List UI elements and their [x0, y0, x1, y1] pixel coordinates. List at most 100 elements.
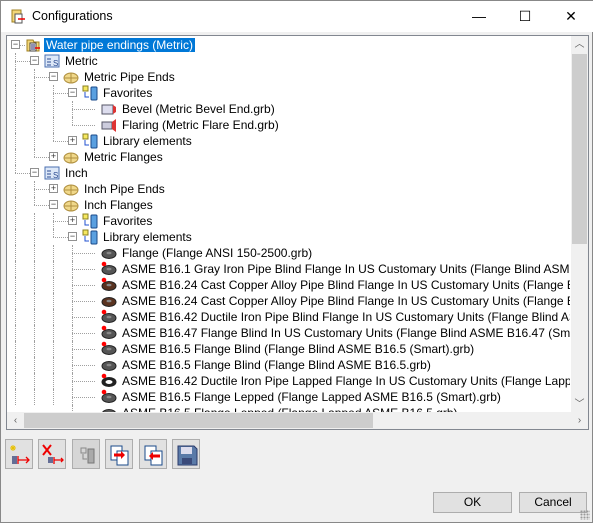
tree-item-label[interactable]: ASME B16.24 Cast Copper Alloy Pipe Blind…	[120, 278, 570, 292]
collapse-icon[interactable]: −	[49, 200, 58, 209]
bevel-end-icon	[101, 104, 116, 115]
tree-item[interactable]: − S Inch	[7, 165, 570, 181]
tree-connector	[34, 213, 35, 229]
tree-item-label[interactable]: Metric Pipe Ends	[82, 70, 177, 84]
resize-grip[interactable]	[580, 510, 590, 520]
tree-item[interactable]: − Favorites	[7, 85, 570, 101]
tree-item[interactable]: Flange (Flange ANSI 150-2500.grb)	[7, 245, 570, 261]
tree-connector	[15, 261, 16, 277]
tree-connector	[72, 317, 95, 318]
scroll-down-icon[interactable]: ﹀	[571, 396, 588, 413]
scroll-up-icon[interactable]: ︿	[571, 36, 588, 53]
tree-item-label[interactable]: ASME B16.47 Flange Blind In US Customary…	[120, 326, 570, 340]
expand-icon[interactable]: +	[49, 152, 58, 161]
tree-item-label[interactable]: ASME B16.1 Gray Iron Pipe Blind Flange I…	[120, 262, 570, 276]
expand-icon[interactable]: +	[68, 216, 77, 225]
tree-item[interactable]: Flaring (Metric Flare End.grb)	[7, 117, 570, 133]
tree-connector	[72, 269, 95, 270]
tree-item-label[interactable]: Inch	[63, 166, 90, 180]
tree-item-label[interactable]: ASME B16.42 Ductile Iron Pipe Blind Flan…	[120, 310, 570, 324]
vertical-scroll-thumb[interactable]	[572, 54, 587, 244]
tree-item-label[interactable]: ASME B16.24 Cast Copper Alloy Pipe Blind…	[120, 294, 570, 308]
tree-item[interactable]: ASME B16.5 Flange Lepped (Flange Lapped …	[7, 389, 570, 405]
ok-button[interactable]: OK	[433, 492, 512, 513]
expand-icon[interactable]: +	[68, 136, 77, 145]
tree-connector	[72, 109, 95, 110]
minimize-button[interactable]: —	[456, 1, 502, 32]
tree-connector	[72, 333, 95, 334]
tree-connector	[53, 101, 54, 117]
tree-item[interactable]: ASME B16.24 Cast Copper Alloy Pipe Blind…	[7, 293, 570, 309]
add-library-button[interactable]	[72, 439, 100, 469]
import-icon	[144, 445, 163, 466]
scroll-right-icon[interactable]: ›	[571, 412, 588, 429]
tree-connector	[15, 85, 16, 101]
tree-connector	[34, 293, 35, 309]
collapse-icon[interactable]: −	[68, 88, 77, 97]
tree-item[interactable]: ASME B16.47 Flange Blind In US Customary…	[7, 325, 570, 341]
tree-item-label[interactable]: Flaring (Metric Flare End.grb)	[120, 118, 281, 132]
tree-item-label[interactable]: Favorites	[101, 214, 154, 228]
tree-connector	[53, 325, 54, 341]
tree-item-label[interactable]: ASME B16.42 Ductile Iron Pipe Lapped Fla…	[120, 374, 570, 388]
tree-connector	[34, 149, 35, 157]
tree-connector	[15, 229, 16, 245]
tree-item[interactable]: − Water pipe endings (Metric)	[7, 37, 570, 53]
tree-item-label[interactable]: Library elements	[101, 230, 194, 244]
maximize-button[interactable]: ☐	[502, 1, 548, 32]
delete-configuration-button[interactable]	[38, 439, 66, 469]
tree-item-label[interactable]: Metric Flanges	[82, 150, 165, 164]
tree-connector	[34, 229, 35, 245]
tree-item[interactable]: ASME B16.1 Gray Iron Pipe Blind Flange I…	[7, 261, 570, 277]
collapse-icon[interactable]: −	[68, 232, 77, 241]
tree-item[interactable]: − S Metric	[7, 53, 570, 69]
tree-item-label[interactable]: Bevel (Metric Bevel End.grb)	[120, 102, 277, 116]
tree-item[interactable]: ASME B16.42 Ductile Iron Pipe Blind Flan…	[7, 309, 570, 325]
tree-item-label[interactable]: Flange (Flange ANSI 150-2500.grb)	[120, 246, 314, 260]
import-button[interactable]	[139, 439, 167, 469]
tree-item[interactable]: ASME B16.42 Ductile Iron Pipe Lapped Fla…	[7, 373, 570, 389]
cancel-button[interactable]: Cancel	[519, 492, 587, 513]
tree-item-label[interactable]: Inch Pipe Ends	[82, 182, 167, 196]
tree-item[interactable]: + Library elements	[7, 133, 570, 149]
tree-item-label[interactable]: Favorites	[101, 86, 154, 100]
vertical-scrollbar[interactable]: ︿ ﹀	[571, 36, 588, 413]
tree-item[interactable]: − Metric Pipe Ends	[7, 69, 570, 85]
tree-item-label[interactable]: ASME B16.5 Flange Blind (Flange Blind AS…	[120, 342, 476, 356]
collapse-icon[interactable]: −	[11, 40, 20, 49]
tree-item-label[interactable]: Water pipe endings (Metric)	[43, 37, 196, 53]
save-button[interactable]	[172, 439, 200, 469]
tree-connector	[53, 277, 54, 293]
collapse-icon[interactable]: −	[30, 56, 39, 65]
tree-item[interactable]: + Favorites	[7, 213, 570, 229]
tree-connector	[72, 301, 95, 302]
horizontal-scrollbar[interactable]: ‹ ›	[7, 412, 588, 429]
tree-connector	[53, 373, 54, 389]
collapse-icon[interactable]: −	[49, 72, 58, 81]
tree-item[interactable]: + Metric Flanges	[7, 149, 570, 165]
tree-item-label[interactable]: ASME B16.5 Flange Lepped (Flange Lapped …	[120, 390, 503, 404]
tree-connector	[72, 397, 95, 398]
tree-item[interactable]: ASME B16.5 Flange Blind (Flange Blind AS…	[7, 357, 570, 373]
tree-item[interactable]: − Library elements	[7, 229, 570, 245]
close-button[interactable]: ✕	[548, 1, 593, 32]
tree-item-label[interactable]: Inch Flanges	[82, 198, 155, 212]
configuration-tree[interactable]: − Water pipe endings (Metric) − S Metric − Met…	[6, 35, 589, 430]
expand-icon[interactable]: +	[49, 184, 58, 193]
horizontal-scroll-thumb[interactable]	[24, 413, 373, 428]
collapse-icon[interactable]: −	[30, 168, 39, 177]
export-button[interactable]	[105, 439, 133, 469]
tree-item-label[interactable]: ASME B16.5 Flange Blind (Flange Blind AS…	[120, 358, 433, 372]
tree-item[interactable]: ASME B16.5 Flange Blind (Flange Blind AS…	[7, 341, 570, 357]
tree-item[interactable]: ASME B16.24 Cast Copper Alloy Pipe Blind…	[7, 277, 570, 293]
tree-item[interactable]: Bevel (Metric Bevel End.grb)	[7, 101, 570, 117]
tree-item[interactable]: + Inch Pipe Ends	[7, 181, 570, 197]
blind-flange-icon	[101, 361, 117, 371]
tree-item[interactable]: − Inch Flanges	[7, 197, 570, 213]
flare-end-icon	[101, 119, 116, 132]
new-configuration-button[interactable]	[5, 439, 33, 469]
tree-item-label[interactable]: Metric	[63, 54, 100, 68]
scroll-left-icon[interactable]: ‹	[7, 412, 24, 429]
library-icon	[82, 133, 98, 149]
tree-item-label[interactable]: Library elements	[101, 134, 194, 148]
